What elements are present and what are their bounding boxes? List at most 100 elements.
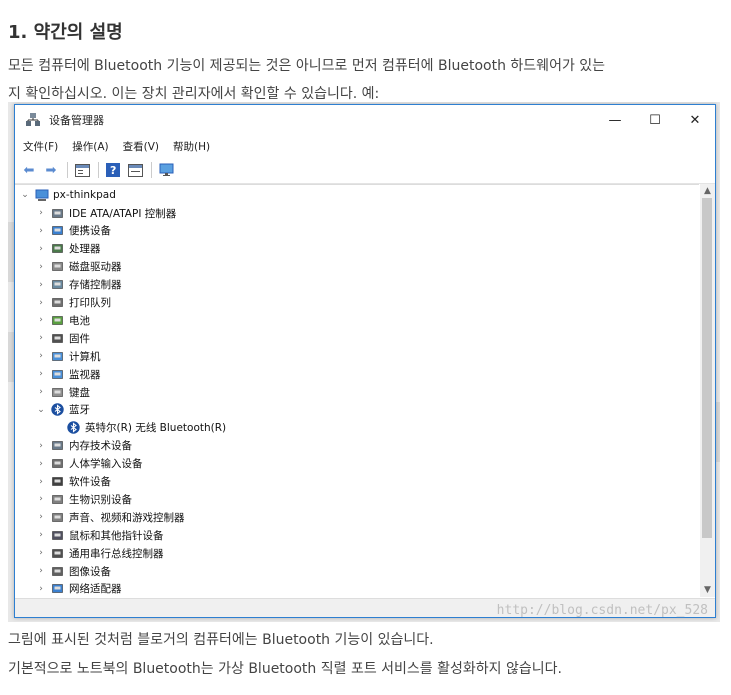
menu-file[interactable]: 文件(F) xyxy=(23,139,58,154)
expand-chevron-icon[interactable]: ⌄ xyxy=(19,190,31,200)
expand-chevron-icon[interactable]: › xyxy=(35,298,47,308)
tree-node-label: 监视器 xyxy=(69,368,101,381)
tree-category-node[interactable]: › 固件 xyxy=(35,329,90,347)
tree-category-node[interactable]: › 键盘 xyxy=(35,383,90,401)
menu-action[interactable]: 操作(A) xyxy=(72,139,108,154)
vertical-scrollbar[interactable]: ▲ ▼ xyxy=(700,184,715,597)
scroll-down-icon[interactable]: ▼ xyxy=(700,583,715,597)
result-paragraph: 그림에 표시된 것처럼 블로거의 컴퓨터에는 Bluetooth 기능이 있습니… xyxy=(8,632,434,648)
toolbar-separator xyxy=(151,162,152,178)
minimize-button[interactable]: — xyxy=(595,105,635,135)
tree-node-label: 处理器 xyxy=(69,243,101,256)
speaker-icon xyxy=(51,511,64,524)
printer-icon xyxy=(51,296,64,309)
tree-node-label: 生物识别设备 xyxy=(69,493,132,506)
expand-chevron-icon[interactable]: › xyxy=(35,280,47,290)
tree-category-node[interactable]: › IDE ATA/ATAPI 控制器 xyxy=(35,204,176,222)
scroll-up-icon[interactable]: ▲ xyxy=(700,184,715,198)
tree-category-node[interactable]: › 软件设备 xyxy=(35,473,111,491)
tree-category-node[interactable]: › 电池 xyxy=(35,311,90,329)
portable-device-icon xyxy=(51,224,64,237)
section-heading: 1. 약간의 설명 xyxy=(8,22,123,43)
help-icon[interactable]: ? xyxy=(103,160,123,180)
menu-help[interactable]: 帮助(H) xyxy=(173,139,210,154)
tree-child-node[interactable]: 英特尔(R) 无线 Bluetooth(R) xyxy=(67,419,226,437)
expand-chevron-icon[interactable]: › xyxy=(35,244,47,254)
tree-category-node[interactable]: › 生物识别设备 xyxy=(35,490,132,508)
tree-category-node[interactable]: › 人体学输入设备 xyxy=(35,455,143,473)
tree-node-label: 人体学输入设备 xyxy=(69,458,143,471)
close-button[interactable]: ✕ xyxy=(675,105,715,135)
properties-icon[interactable] xyxy=(72,160,92,180)
tree-node-label: 通用串行总线控制器 xyxy=(69,547,164,560)
tree-node-label: 电池 xyxy=(69,314,90,327)
note-paragraph: 기본적으로 노트북의 Bluetooth는 가상 Bluetooth 직렬 포트… xyxy=(8,661,562,677)
collapse-chevron-icon[interactable]: ⌄ xyxy=(35,405,47,415)
software-device-icon xyxy=(51,475,64,488)
tree-category-node[interactable]: › 声音、视频和游戏控制器 xyxy=(35,508,185,526)
back-arrow-icon[interactable]: ⬅ xyxy=(19,160,39,180)
expand-chevron-icon[interactable]: › xyxy=(35,512,47,522)
forward-arrow-icon[interactable]: ➡ xyxy=(41,160,61,180)
tree-category-node[interactable]: › 便携设备 xyxy=(35,222,111,240)
tree-category-node[interactable]: ⌄ 蓝牙 xyxy=(35,401,90,419)
expand-chevron-icon[interactable]: › xyxy=(35,369,47,379)
intro-line-2: 지 확인하십시오. 이는 장치 관리자에서 확인할 수 있습니다. 예: xyxy=(8,86,380,102)
processor-icon xyxy=(51,242,64,255)
expand-chevron-icon[interactable]: › xyxy=(35,584,47,594)
device-manager-icon xyxy=(25,112,41,128)
intro-paragraph: 모든 컴퓨터에 Bluetooth 기능이 제공되는 것은 아니므로 먼저 컴퓨… xyxy=(8,52,605,108)
tree-category-node[interactable]: › 存储控制器 xyxy=(35,276,122,294)
camera-icon xyxy=(51,565,64,578)
scrollbar-thumb[interactable] xyxy=(702,198,712,538)
expand-chevron-icon[interactable]: › xyxy=(35,441,47,451)
expand-chevron-icon[interactable]: › xyxy=(35,566,47,576)
title-bar: 设备管理器 — ☐ ✕ xyxy=(15,105,715,135)
expand-chevron-icon[interactable]: › xyxy=(35,477,47,487)
expand-chevron-icon[interactable]: › xyxy=(35,351,47,361)
tree-root-label: px-thinkpad xyxy=(53,189,116,201)
tree-node-label: 固件 xyxy=(69,332,90,345)
tree-category-node[interactable]: › 鼠标和其他指针设备 xyxy=(35,526,163,544)
expand-chevron-icon[interactable]: › xyxy=(35,494,47,504)
tree-category-node[interactable]: › 网络适配器 xyxy=(35,580,122,598)
toolbar-separator xyxy=(67,162,68,178)
device-manager-window: 设备管理器 — ☐ ✕ 文件(F) 操作(A) 查看(V) 帮助(H) ⬅ ➡ … xyxy=(14,104,716,618)
tree-node-label: 蓝牙 xyxy=(69,404,90,417)
tree-category-node[interactable]: › 内存技术设备 xyxy=(35,437,132,455)
toolbar-separator xyxy=(98,162,99,178)
tree-category-node[interactable]: › 处理器 xyxy=(35,240,101,258)
expand-chevron-icon[interactable]: › xyxy=(35,315,47,325)
tree-category-node[interactable]: › 图像设备 xyxy=(35,562,111,580)
tree-node-label: 存储控制器 xyxy=(69,279,122,292)
intro-line-1: 모든 컴퓨터에 Bluetooth 기능이 제공되는 것은 아니므로 먼저 컴퓨… xyxy=(8,58,606,74)
window-title: 设备管理器 xyxy=(49,114,104,127)
expand-chevron-icon[interactable]: › xyxy=(35,530,47,540)
tree-category-node[interactable]: › 计算机 xyxy=(35,347,101,365)
svg-text:?: ? xyxy=(110,164,116,177)
expand-chevron-icon[interactable]: › xyxy=(35,208,47,218)
expand-chevron-icon[interactable]: › xyxy=(35,548,47,558)
maximize-button[interactable]: ☐ xyxy=(635,105,675,135)
menu-view[interactable]: 查看(V) xyxy=(123,139,159,154)
usb-icon xyxy=(51,547,64,560)
expand-chevron-icon[interactable]: › xyxy=(35,459,47,469)
expand-chevron-icon[interactable]: › xyxy=(35,333,47,343)
tree-node-label: 声音、视频和游戏控制器 xyxy=(69,511,185,524)
details-icon[interactable] xyxy=(125,160,145,180)
bluetooth-icon xyxy=(67,421,80,434)
tree-root-node[interactable]: ⌄ px-thinkpad xyxy=(19,186,116,204)
tree-node-label: 网络适配器 xyxy=(69,583,122,596)
menu-bar: 文件(F) 操作(A) 查看(V) 帮助(H) xyxy=(15,135,715,157)
tree-category-node[interactable]: › 磁盘驱动器 xyxy=(35,258,121,276)
expand-chevron-icon[interactable]: › xyxy=(35,226,47,236)
tree-category-node[interactable]: › 通用串行总线控制器 xyxy=(35,544,164,562)
tree-category-node[interactable]: › 打印队列 xyxy=(35,294,111,312)
network-adapter-icon xyxy=(51,582,64,595)
tree-node-label: 内存技术设备 xyxy=(69,440,132,453)
monitor-icon[interactable] xyxy=(156,160,176,180)
tree-category-node[interactable]: › 监视器 xyxy=(35,365,101,383)
expand-chevron-icon[interactable]: › xyxy=(35,387,47,397)
expand-chevron-icon[interactable]: › xyxy=(35,262,47,272)
tree-node-label: 计算机 xyxy=(69,350,101,363)
